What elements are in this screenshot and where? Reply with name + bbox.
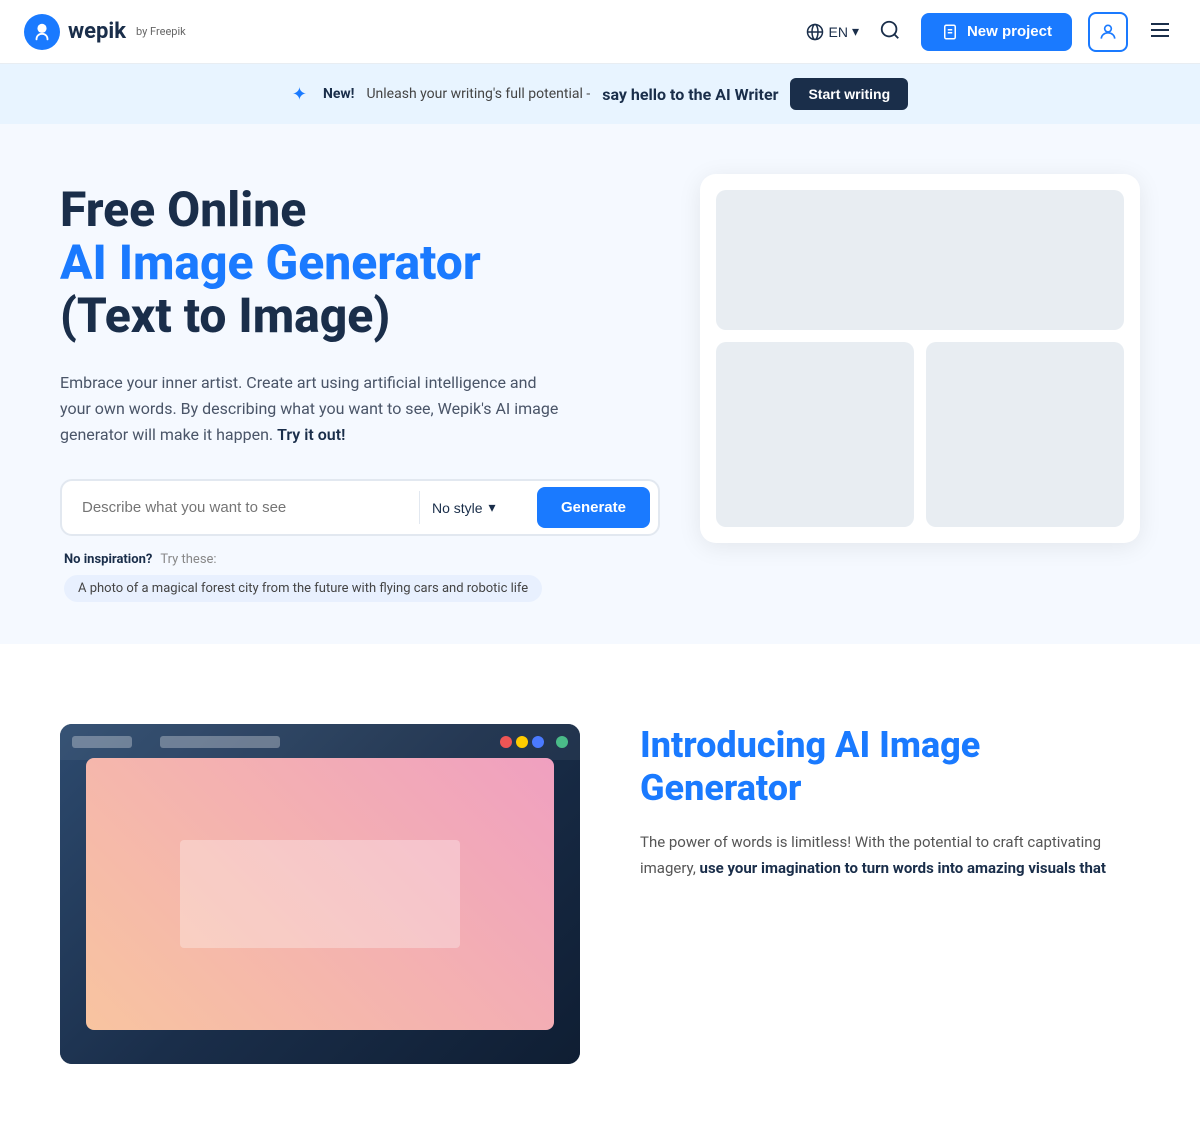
circle-yellow [516, 736, 528, 748]
inspiration-row: No inspiration? Try these: A photo of a … [60, 552, 660, 602]
search-button[interactable] [875, 15, 905, 48]
image-preview-container [700, 174, 1140, 543]
banner-text: Unleash your writing's full potential - [366, 86, 590, 102]
menu-button[interactable] [1144, 14, 1176, 49]
hero-section: Free Online AI Image Generator (Text to … [0, 124, 1200, 644]
introducing-section: Introducing AI Image Generator The power… [0, 644, 1200, 1144]
hero-preview [700, 174, 1140, 543]
announcement-banner: ✦ New! Unleash your writing's full poten… [0, 64, 1200, 124]
hero-description: Embrace your inner artist. Create art us… [60, 370, 560, 447]
fake-design-element [180, 840, 461, 949]
preview-images-bottom [716, 342, 1124, 527]
lang-chevron: ▾ [852, 23, 859, 40]
generator-input-box: No style ▾ Generate [60, 479, 660, 536]
intro-description: The power of words is limitless! With th… [640, 830, 1140, 881]
navbar: wepik by Freepik EN ▾ New project [0, 0, 1200, 64]
try-these-label: Try these: [160, 552, 216, 567]
language-button[interactable]: EN ▾ [806, 23, 858, 41]
inspiration-tag[interactable]: A photo of a magical forest city from th… [64, 575, 542, 602]
banner-new-label: New! [323, 86, 355, 102]
banner-link[interactable]: say hello to the AI Writer [602, 85, 778, 104]
new-project-label: New project [967, 23, 1052, 40]
user-button[interactable] [1088, 12, 1128, 52]
circle-green [556, 736, 568, 748]
document-icon [941, 23, 959, 41]
search-icon [879, 19, 901, 41]
intro-screenshot [60, 724, 580, 1064]
start-writing-button[interactable]: Start writing [790, 78, 908, 110]
circle-blue [532, 736, 544, 748]
hero-left: Free Online AI Image Generator (Text to … [60, 184, 660, 602]
logo-text: wepik [68, 19, 126, 44]
no-inspiration-text: No inspiration? [64, 552, 152, 567]
style-label: No style [432, 500, 483, 516]
preview-image-top [716, 190, 1124, 330]
hero-title-line1: Free Online [60, 184, 660, 237]
try-it-out-link[interactable]: Try it out! [277, 425, 345, 444]
navbar-right: EN ▾ New project [806, 12, 1176, 52]
fake-design [86, 758, 554, 1030]
hamburger-icon [1148, 18, 1172, 42]
bar-dots [500, 736, 568, 748]
globe-icon [806, 23, 824, 41]
logo-byline: by Freepik [136, 25, 186, 38]
preview-image-bottom-right [926, 342, 1124, 527]
hero-title-line3: (Text to Image) [60, 290, 660, 343]
prompt-input[interactable] [70, 491, 411, 524]
intro-top-bar [60, 724, 580, 760]
style-chevron-icon: ▾ [489, 499, 496, 516]
style-select-button[interactable]: No style ▾ [419, 491, 529, 524]
intro-right: Introducing AI Image Generator The power… [640, 724, 1140, 881]
introducing-title: Introducing AI Image Generator [640, 724, 1140, 810]
generate-button[interactable]: Generate [537, 487, 650, 528]
intro-image-inner [60, 724, 580, 1064]
new-project-button[interactable]: New project [921, 13, 1072, 51]
lang-label: EN [828, 24, 847, 40]
user-icon [1098, 22, 1118, 42]
bar-element [72, 736, 132, 748]
navbar-left: wepik by Freepik [24, 14, 186, 50]
bar-element [160, 736, 280, 748]
preview-image-bottom-left [716, 342, 914, 527]
logo-icon [24, 14, 60, 50]
circle-red [500, 736, 512, 748]
hero-title-line2: AI Image Generator [60, 237, 660, 290]
sparkle-icon: ✦ [292, 84, 307, 105]
